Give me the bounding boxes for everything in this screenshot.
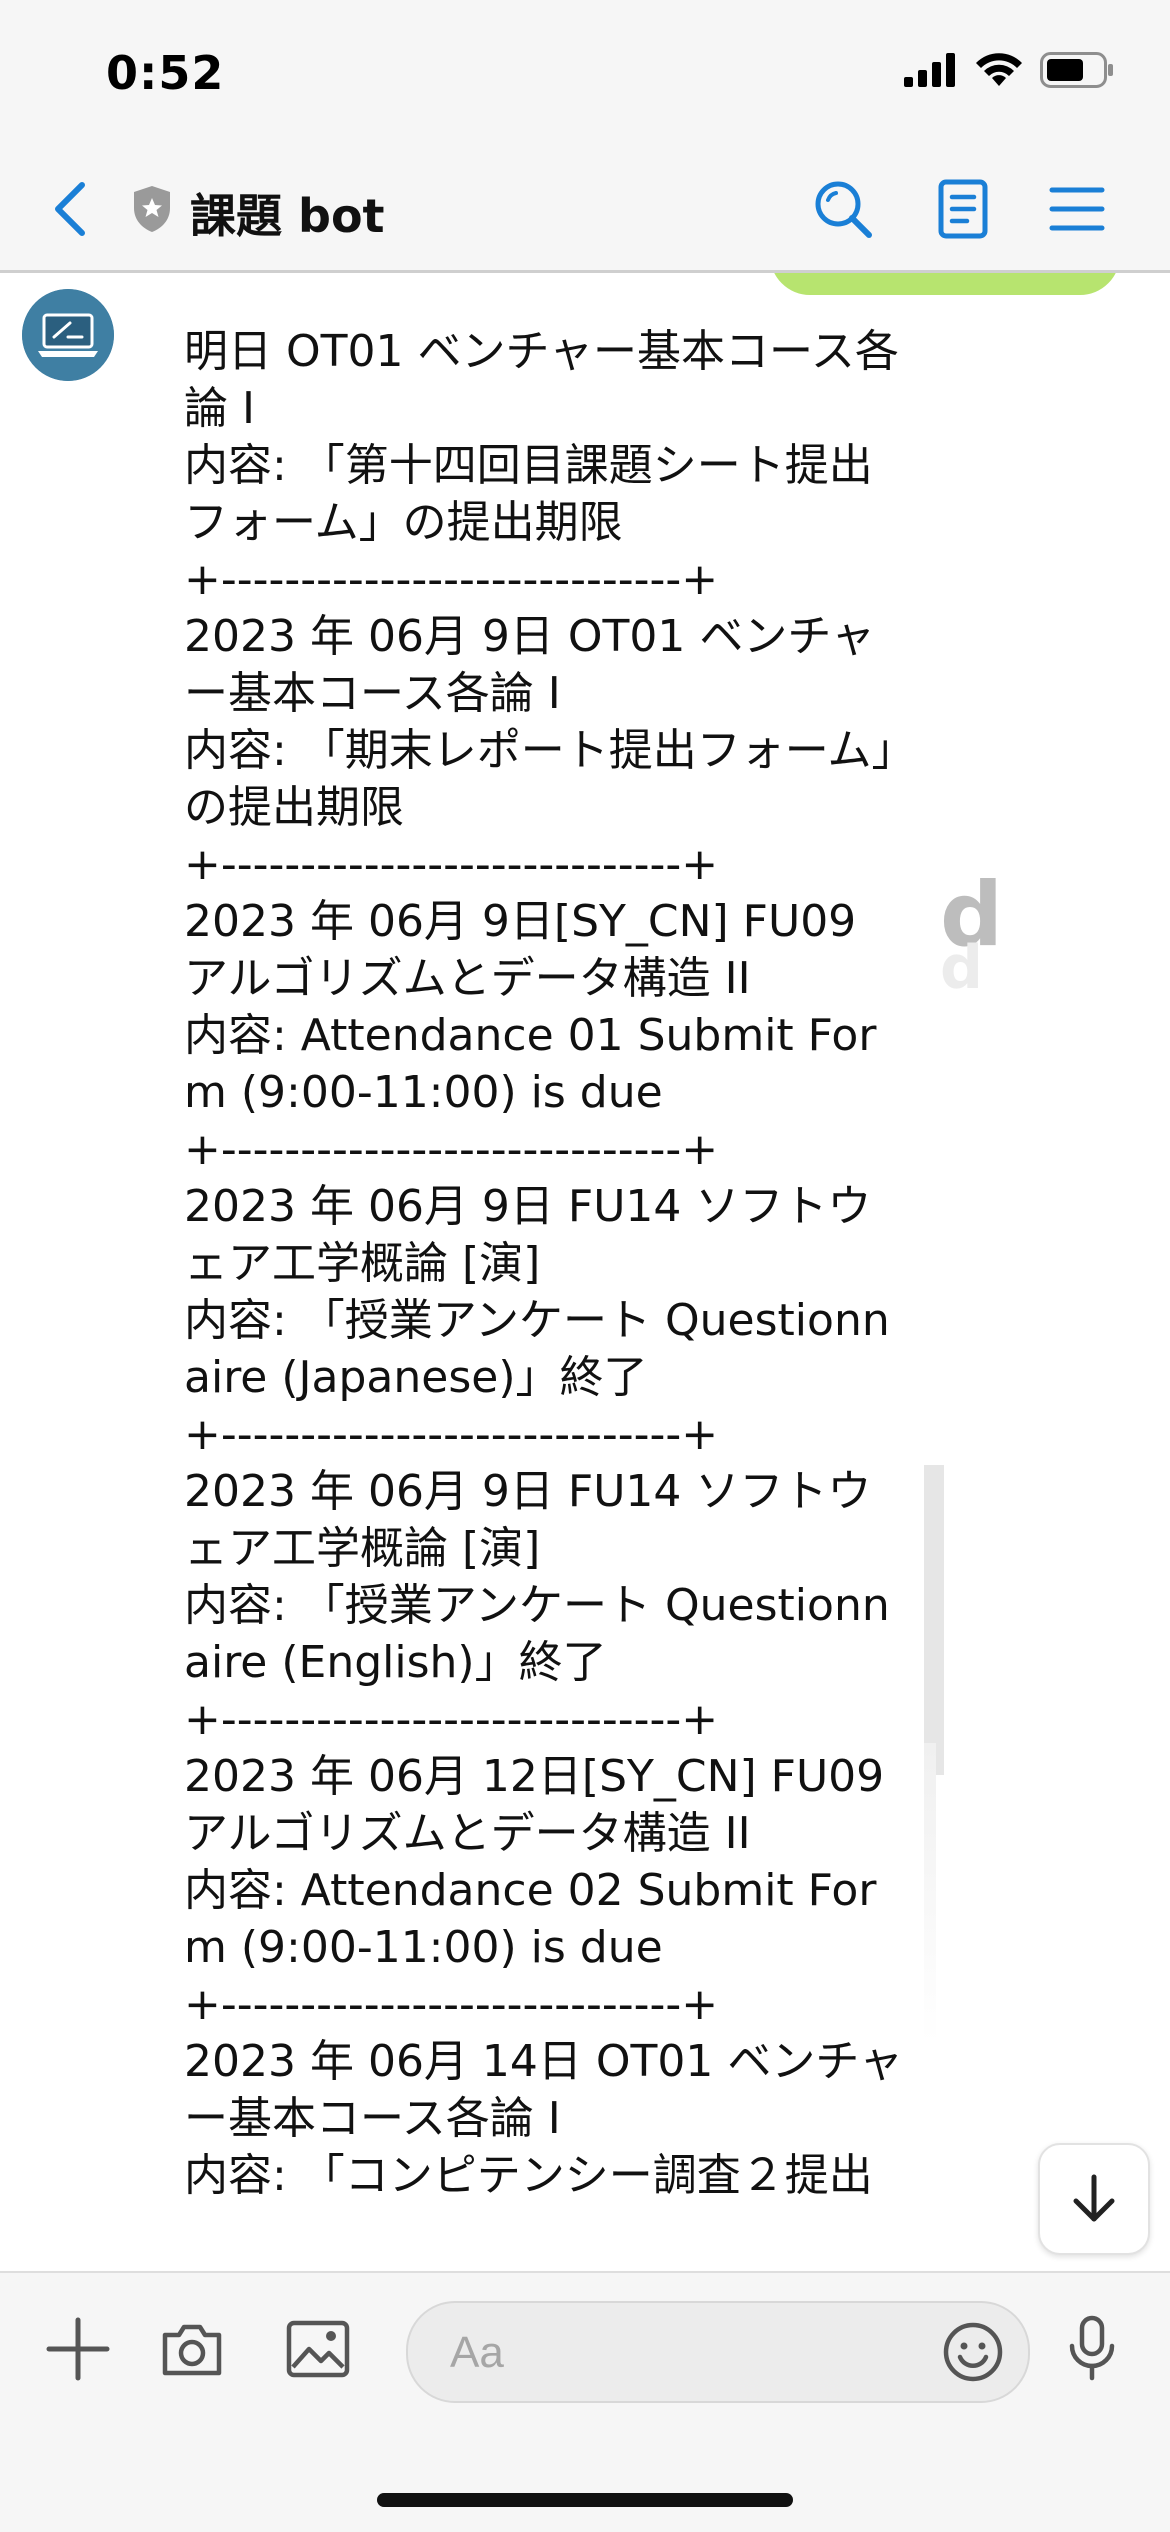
bot-avatar[interactable] — [22, 289, 114, 381]
background-decoration-fade — [924, 1743, 936, 2043]
background-decoration — [924, 1465, 944, 1775]
battery-icon — [1040, 52, 1113, 88]
voice-button[interactable] — [1052, 2309, 1132, 2389]
microphone-icon — [1069, 2315, 1115, 2381]
search-icon — [815, 181, 872, 238]
plus-icon — [46, 2317, 110, 2381]
status-time: 0:52 — [106, 46, 225, 100]
chat-header: 課題 bot — [0, 150, 1170, 273]
camera-button[interactable] — [152, 2309, 232, 2389]
smile-icon — [943, 2322, 1003, 2382]
bot-message-text: 明日 OT01 ベンチャー基本コース各論 I 内容: 「第十四回目課題シート提出… — [184, 326, 903, 2201]
wifi-icon — [976, 53, 1022, 86]
image-button[interactable] — [278, 2309, 358, 2389]
chat-title: 課題 bot — [190, 189, 385, 243]
message-input-container — [406, 2301, 1030, 2403]
laptop-icon — [22, 289, 114, 381]
add-button[interactable] — [38, 2309, 118, 2389]
emoji-button[interactable] — [938, 2317, 1008, 2387]
status-icons — [904, 52, 1114, 88]
notes-button[interactable] — [928, 174, 998, 244]
previous-message-bubble — [770, 273, 1120, 295]
back-button[interactable] — [40, 174, 100, 244]
message-list[interactable]: 明日 OT01 ベンチャー基本コース各論 I 内容: 「第十四回目課題シート提出… — [0, 273, 1170, 2271]
message-input[interactable] — [448, 2303, 932, 2403]
shield-icon — [134, 186, 170, 232]
document-icon — [938, 179, 988, 239]
hamburger-icon — [1049, 187, 1105, 231]
image-icon — [286, 2320, 350, 2378]
message-input-bar — [0, 2271, 1170, 2532]
background-glyph-reflection: d — [940, 933, 983, 1003]
status-bar: 0:52 — [0, 0, 1170, 150]
chat-screen: 0:52 課題 bot 明日 OT01 ベンチャー基本コース各論 I 内容: 「… — [0, 0, 1170, 2532]
search-button[interactable] — [808, 174, 878, 244]
camera-icon — [162, 2324, 222, 2376]
menu-button[interactable] — [1042, 174, 1112, 244]
chevron-left-icon — [55, 182, 85, 236]
cellular-signal-icon — [904, 53, 955, 87]
arrow-down-icon — [1073, 2174, 1115, 2222]
home-indicator[interactable] — [377, 2493, 793, 2507]
scroll-to-bottom-button[interactable] — [1038, 2143, 1150, 2255]
